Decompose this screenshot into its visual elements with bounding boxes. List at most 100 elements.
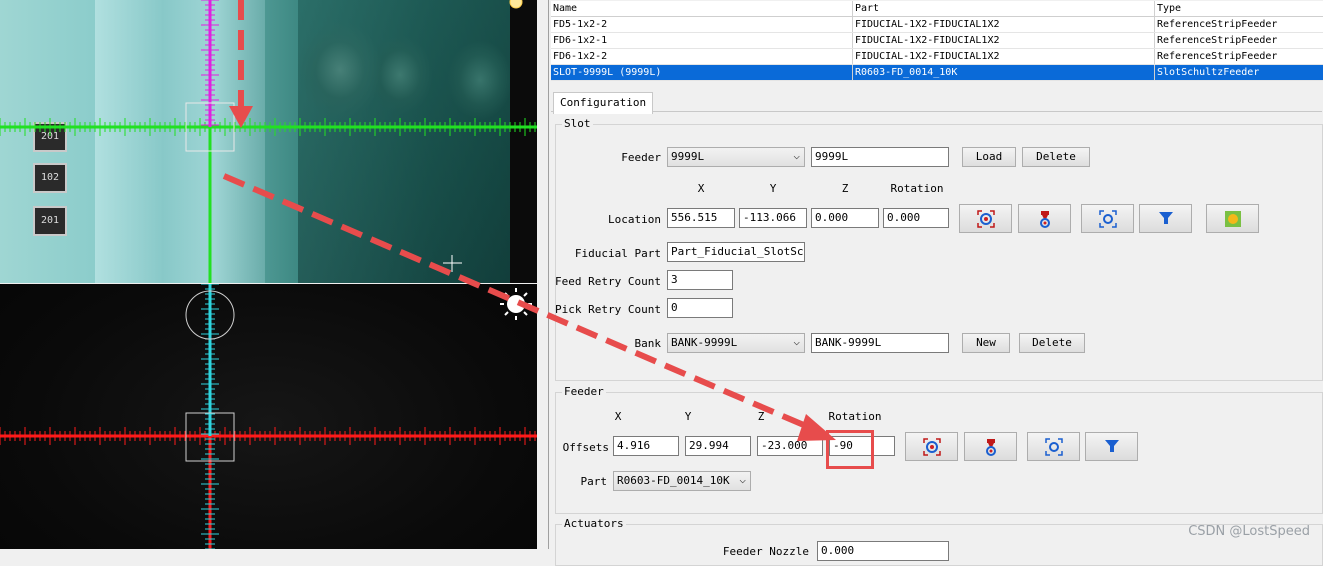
column-header-type[interactable]: Type: [1155, 1, 1323, 17]
nozzle-icon: [982, 438, 1000, 456]
camera-move-icon: [1099, 210, 1117, 228]
nozzle-move-icon: [1103, 438, 1121, 456]
part-label: Part: [555, 475, 607, 488]
move-camera-to-location-button[interactable]: [1081, 204, 1134, 233]
cell-name: FD5-1x2-2: [551, 17, 853, 33]
tab-configuration[interactable]: Configuration: [553, 92, 653, 114]
chevron-down-icon: ⌵: [793, 335, 800, 349]
feeders-table: Name Part Type FD5-1x2-2 FIDUCIAL-1X2-FI…: [551, 1, 1323, 81]
camera-move-icon: [1045, 438, 1063, 456]
capture-camera-location-button[interactable]: [959, 204, 1012, 233]
pick-retry-input[interactable]: 0: [667, 298, 733, 318]
cell-name: FD6-1x2-1: [551, 33, 853, 49]
bank-select[interactable]: BANK-9999L ⌵: [667, 333, 805, 353]
cell-type: ReferenceStripFeeder: [1155, 17, 1323, 33]
feeder-select-value: 9999L: [671, 150, 704, 163]
column-header-part[interactable]: Part: [853, 1, 1155, 17]
cell-name: SLOT-9999L (9999L): [551, 65, 853, 81]
cell-type: SlotSchultzFeeder: [1155, 65, 1323, 81]
offsets-x-input[interactable]: 4.916: [613, 436, 679, 456]
offsets-z-input[interactable]: -23.000: [757, 436, 823, 456]
actuator-input[interactable]: 0.000: [817, 541, 949, 561]
move-tool-to-offsets-button[interactable]: [1085, 432, 1138, 461]
column-label-rotation: Rotation: [827, 410, 883, 423]
camera-target-icon: [923, 438, 941, 456]
load-button[interactable]: Load: [962, 147, 1016, 167]
offsets-y-input[interactable]: 29.994: [685, 436, 751, 456]
pick-retry-label: Pick Retry Count: [554, 303, 661, 316]
location-x-input[interactable]: 556.515: [667, 208, 735, 228]
rotation-highlight-box: [826, 430, 874, 469]
cell-type: ReferenceStripFeeder: [1155, 33, 1323, 49]
table-row[interactable]: FD5-1x2-2 FIDUCIAL-1X2-FIDUCIAL1X2 Refer…: [551, 17, 1323, 33]
watermark: CSDN @LostSpeed: [1188, 524, 1310, 539]
column-label-z: Z: [756, 410, 766, 423]
part-select-value: R0603-FD_0014_10K: [617, 474, 730, 487]
location-label: Location: [589, 213, 661, 226]
feed-icon: [1224, 210, 1242, 228]
table-row-selected[interactable]: SLOT-9999L (9999L) R0603-FD_0014_10K Slo…: [551, 65, 1323, 81]
group-title: Feeder: [562, 385, 606, 398]
chevron-down-icon: ⌵: [793, 149, 800, 163]
bank-name-input[interactable]: BANK-9999L: [811, 333, 949, 353]
column-header-name[interactable]: Name: [551, 1, 853, 17]
fiducial-part-input[interactable]: Part_Fiducial_SlotSchu: [667, 242, 805, 262]
bank-select-value: BANK-9999L: [671, 336, 737, 349]
mouse-cursor-icon: [443, 255, 462, 272]
crosshair-vertical: [201, 284, 219, 549]
cell-name: FD6-1x2-2: [551, 49, 853, 65]
column-label-x: X: [667, 182, 735, 195]
top-camera-reticle: [0, 0, 537, 283]
location-rotation-input[interactable]: 0.000: [883, 208, 949, 228]
actuate-feeder-button[interactable]: [1206, 204, 1259, 233]
splitter[interactable]: [540, 0, 546, 549]
table-row[interactable]: FD6-1x2-2 FIDUCIAL-1X2-FIDUCIAL1X2 Refer…: [551, 49, 1323, 65]
cell-part: R0603-FD_0014_10K: [853, 65, 1155, 81]
column-label-z: Z: [811, 182, 879, 195]
light-icon: [510, 0, 522, 8]
feeder-config-panel: Name Part Type FD5-1x2-2 FIDUCIAL-1X2-FI…: [548, 0, 1323, 549]
nozzle-move-icon: [1157, 210, 1175, 228]
cell-part: FIDUCIAL-1X2-FIDUCIAL1X2: [853, 33, 1155, 49]
part-select[interactable]: R0603-FD_0014_10K ⌵: [613, 471, 751, 491]
capture-tool-offsets-button[interactable]: [964, 432, 1017, 461]
new-bank-button[interactable]: New: [962, 333, 1010, 353]
bottom-camera-reticle: [0, 284, 537, 549]
cell-part: FIDUCIAL-1X2-FIDUCIAL1X2: [853, 49, 1155, 65]
cell-type: ReferenceStripFeeder: [1155, 49, 1323, 65]
feeder-name-input[interactable]: 9999L: [811, 147, 949, 167]
nozzle-icon: [1036, 210, 1054, 228]
location-y-input[interactable]: -113.066: [739, 208, 807, 228]
cell-part: FIDUCIAL-1X2-FIDUCIAL1X2: [853, 17, 1155, 33]
bank-label: Bank: [589, 337, 661, 350]
column-label-y: Y: [683, 410, 693, 423]
crosshair-horizontal: [0, 427, 537, 445]
delete-bank-button[interactable]: Delete: [1019, 333, 1085, 353]
actuator-label: Feeder Nozzle: [699, 545, 809, 558]
move-camera-to-offsets-button[interactable]: [1027, 432, 1080, 461]
capture-camera-offsets-button[interactable]: [905, 432, 958, 461]
tab-bar: Configuration: [551, 89, 1322, 112]
offsets-label: Offsets: [555, 441, 609, 454]
location-z-input[interactable]: 0.000: [811, 208, 879, 228]
camera-target-icon: [977, 210, 995, 228]
feed-retry-input[interactable]: 3: [667, 270, 733, 290]
group-title: Actuators: [562, 517, 626, 530]
column-label-x: X: [613, 410, 623, 423]
crosshair-horizontal: [0, 118, 537, 136]
top-camera-view[interactable]: 201 102 201: [0, 0, 537, 283]
table-row[interactable]: FD6-1x2-1 FIDUCIAL-1X2-FIDUCIAL1X2 Refer…: [551, 33, 1323, 49]
move-tool-to-location-button[interactable]: [1139, 204, 1192, 233]
feeder-select[interactable]: 9999L ⌵: [667, 147, 805, 167]
delete-feeder-button[interactable]: Delete: [1022, 147, 1090, 167]
bottom-camera-view[interactable]: [0, 284, 537, 549]
fiducial-part-label: Fiducial Part: [559, 247, 661, 260]
capture-tool-location-button[interactable]: [1018, 204, 1071, 233]
chevron-down-icon: ⌵: [739, 473, 746, 487]
crosshair-vertical: [201, 0, 219, 283]
column-label-rotation: Rotation: [883, 182, 951, 195]
feed-retry-label: Feed Retry Count: [554, 275, 661, 288]
light-icon: [500, 288, 532, 320]
group-title: Slot: [562, 117, 593, 130]
column-label-y: Y: [739, 182, 807, 195]
